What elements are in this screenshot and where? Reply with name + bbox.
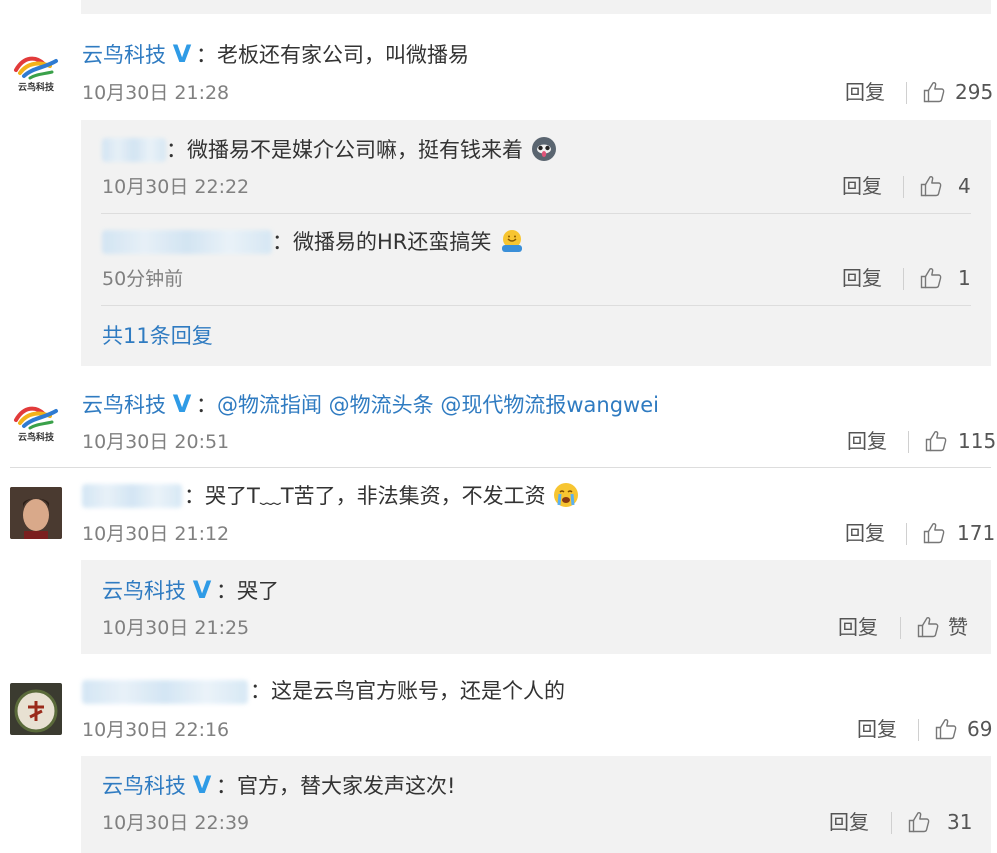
thumbs-up-icon[interactable] <box>916 615 940 639</box>
comment-time: 10月30日 22:16 <box>82 719 230 741</box>
like-count: 171 <box>957 521 996 545</box>
author-name[interactable]: 云鸟科技 V <box>82 40 191 69</box>
thumbs-up-icon[interactable] <box>919 266 943 290</box>
reply-text: ：哭了 <box>216 579 279 603</box>
reply-time: 50分钟前 <box>102 268 184 290</box>
previous-reply-box <box>81 0 991 14</box>
comment-time: 10月30日 21:12 <box>82 523 230 545</box>
avatar[interactable] <box>10 487 62 539</box>
reply-button[interactable]: 回复 <box>842 173 882 199</box>
comment-text: ：老板还有家公司，叫微播易 <box>196 43 469 67</box>
comment-prefix: ： <box>196 393 217 417</box>
thumbs-up-icon[interactable] <box>934 717 958 741</box>
reply-author[interactable]: 云鸟科技 V <box>102 576 211 605</box>
thumbs-up-icon[interactable] <box>907 810 931 834</box>
masked-username <box>102 230 272 254</box>
like-count: 31 <box>947 810 973 834</box>
reply-button[interactable]: 回复 <box>838 614 878 640</box>
masked-username <box>82 484 182 508</box>
reply-author[interactable]: 云鸟科技 V <box>102 771 211 800</box>
reply-time: 10月30日 21:25 <box>102 617 250 639</box>
thumbs-up-icon[interactable] <box>919 174 943 198</box>
verified-v-icon: V <box>192 576 212 604</box>
reply-button[interactable]: 回复 <box>847 428 887 454</box>
reply-button[interactable]: 回复 <box>845 79 885 105</box>
comment-text: ：哭了T﹏T苦了，非法集资，不发工资 <box>184 481 580 510</box>
verified-v-icon: V <box>172 40 192 68</box>
like-count: 69 <box>967 717 993 741</box>
reply-text-content: ：微播易不是媒介公司嘛，挺有钱来着 <box>166 138 523 162</box>
reply-text: ：微播易不是媒介公司嘛，挺有钱来着 <box>166 135 558 164</box>
divider <box>891 812 892 834</box>
thumbs-up-icon[interactable] <box>922 521 946 545</box>
like-count: 295 <box>955 80 994 104</box>
reply-button[interactable]: 回复 <box>842 265 882 291</box>
hug-emoji-icon <box>502 230 523 252</box>
like-count: 115 <box>958 429 997 453</box>
divider <box>101 305 971 306</box>
crying-emoji-icon <box>554 483 579 507</box>
divider <box>903 176 904 198</box>
reply-box <box>81 756 991 853</box>
verified-v-icon: V <box>192 771 212 799</box>
author-link[interactable]: 云鸟科技 <box>82 43 166 67</box>
logo-text: 云鸟科技 <box>17 433 54 443</box>
comment-time: 10月30日 20:51 <box>82 431 230 453</box>
author-link[interactable]: 云鸟科技 <box>102 774 186 798</box>
more-replies-link[interactable]: 共11条回复 <box>102 322 213 350</box>
reply-time: 10月30日 22:39 <box>102 812 250 834</box>
comment-text: ：@物流指闻 @物流头条 @现代物流报wangwei <box>196 391 659 419</box>
comment-text: ：这是云鸟官方账号，还是个人的 <box>250 679 565 703</box>
author-name[interactable]: 云鸟科技 V <box>82 390 191 419</box>
divider <box>900 617 901 639</box>
avatar[interactable]: 云鸟科技 <box>10 394 62 446</box>
husky-emoji-icon <box>531 137 556 161</box>
reply-text-content: ：微播易的HR还蛮搞笑 <box>272 230 492 254</box>
divider <box>906 82 907 104</box>
like-count: 4 <box>958 174 971 198</box>
thumbs-up-icon[interactable] <box>924 429 948 453</box>
comment-time: 10月30日 21:28 <box>82 82 230 104</box>
like-count: 1 <box>958 266 971 290</box>
divider <box>101 213 971 214</box>
avatar[interactable]: 云鸟科技 <box>10 44 62 96</box>
avatar[interactable] <box>10 683 62 735</box>
reply-button[interactable]: 回复 <box>857 716 897 742</box>
author-link[interactable]: 云鸟科技 <box>82 393 166 417</box>
divider <box>10 467 991 468</box>
masked-username <box>82 680 248 704</box>
divider <box>918 719 919 741</box>
divider <box>908 431 909 453</box>
verified-v-icon: V <box>172 390 192 418</box>
like-label[interactable]: 赞 <box>948 614 968 640</box>
divider <box>903 268 904 290</box>
divider <box>906 523 907 545</box>
masked-username <box>102 138 166 162</box>
mention-links[interactable]: @物流指闻 @物流头条 @现代物流报wangwei <box>217 393 659 417</box>
reply-text: ：微播易的HR还蛮搞笑 <box>272 227 526 256</box>
author-link[interactable]: 云鸟科技 <box>102 579 186 603</box>
reply-button[interactable]: 回复 <box>829 809 869 835</box>
reply-text: ：官方，替大家发声这次! <box>216 774 456 798</box>
comment-text-content: ：哭了T﹏T苦了，非法集资，不发工资 <box>184 484 546 508</box>
reply-button[interactable]: 回复 <box>845 520 885 546</box>
reply-time: 10月30日 22:22 <box>102 176 250 198</box>
thumbs-up-icon[interactable] <box>922 80 946 104</box>
logo-text: 云鸟科技 <box>17 83 54 93</box>
